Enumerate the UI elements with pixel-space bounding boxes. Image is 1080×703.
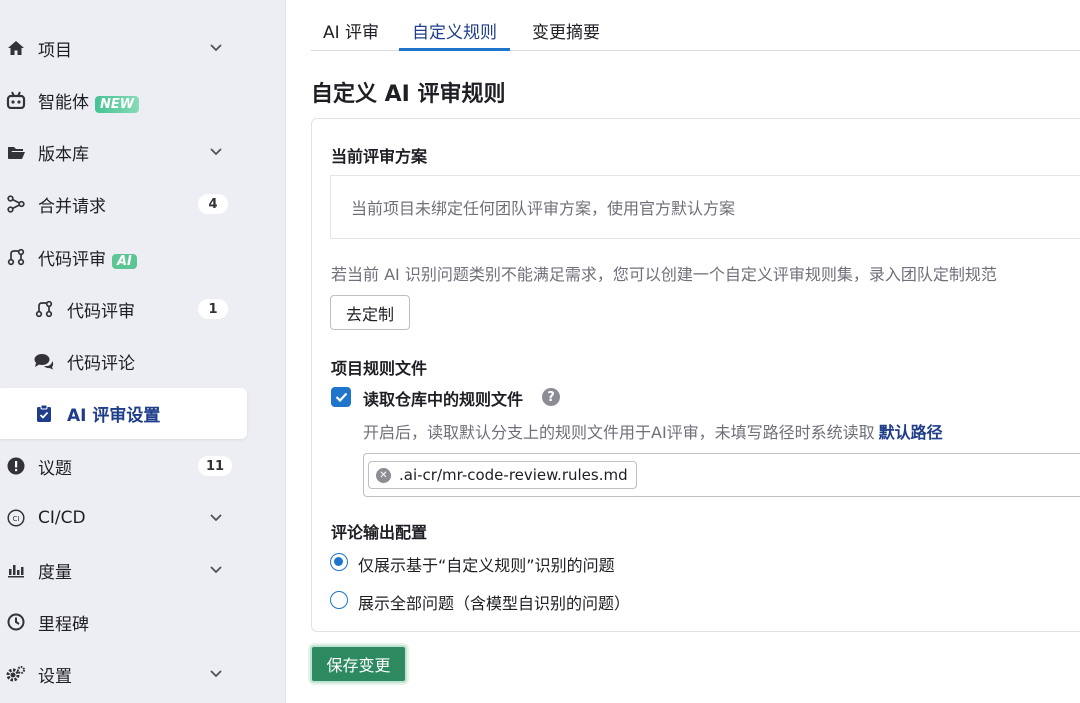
merge-request-icon — [6, 194, 26, 214]
sidebar-item-label: 智能体 — [38, 92, 89, 113]
ai-badge: AI — [112, 253, 137, 269]
radio-custom-rules-only[interactable] — [330, 553, 348, 571]
sidebar-item-agent[interactable]: 智能体 NEW — [0, 74, 286, 126]
sidebar-subitem-code-review[interactable]: 代码评审 1 — [0, 283, 286, 335]
remove-token-icon[interactable]: ✕ — [376, 468, 391, 483]
sidebar-item-label: 代码评论 — [67, 353, 135, 374]
current-scheme-empty-state: 当前项目未绑定任何团队评审方案，使用官方默认方案 — [330, 175, 1080, 239]
read-rule-files-label[interactable]: 读取仓库中的规则文件 — [363, 386, 523, 410]
sidebar-item-merge-requests[interactable]: 合并请求 4 — [0, 178, 286, 230]
count-badge: 1 — [198, 299, 228, 319]
robot-icon — [6, 90, 26, 110]
sidebar-item-label: 度量 — [38, 562, 72, 583]
code-review-icon — [34, 299, 54, 319]
sidebar-subitem-ai-review-settings[interactable]: AI 评审设置 — [0, 387, 286, 439]
sidebar: 项目 智能体 NEW 版本库 合并请求 4 代码评审 AI 代码评审 1 代码评… — [0, 0, 286, 703]
sidebar-item-label: 议题 — [38, 458, 72, 479]
page-title: 自定义 AI 评审规则 — [311, 82, 506, 107]
radio-all-issues[interactable] — [330, 591, 348, 609]
sidebar-item-repository[interactable]: 版本库 — [0, 126, 286, 178]
sidebar-item-label: 版本库 — [38, 144, 89, 165]
chart-icon — [6, 560, 26, 580]
svg-text:CI: CI — [13, 515, 20, 523]
empty-state-text: 当前项目未绑定任何团队评审方案，使用官方默认方案 — [351, 199, 736, 218]
rule-file-token: ✕ .ai-cr/mr-code-review.rules.md — [368, 461, 637, 489]
sidebar-item-label: 合并请求 — [38, 196, 106, 217]
sidebar-item-issues[interactable]: 议题 11 — [0, 440, 286, 492]
sidebar-item-settings[interactable]: 设置 — [0, 648, 286, 700]
sidebar-item-code-review[interactable]: 代码评审 AI — [0, 231, 286, 283]
sidebar-item-metrics[interactable]: 度量 — [0, 544, 286, 596]
sidebar-item-ci-cd[interactable]: CI CI/CD — [0, 492, 286, 544]
clipboard-check-icon — [34, 403, 54, 423]
count-badge: 11 — [198, 456, 233, 476]
tab-bar: AI 评审 自定义规则 变更摘要 — [311, 0, 1080, 51]
clock-icon — [6, 612, 26, 632]
tab-change-summary[interactable]: 变更摘要 — [532, 18, 600, 51]
customize-button[interactable]: 去定制 — [330, 295, 410, 330]
output-config-title: 评论输出配置 — [331, 523, 428, 542]
chevron-down-icon — [208, 666, 224, 682]
ci-icon: CI — [6, 508, 26, 528]
issues-icon — [6, 456, 26, 476]
sidebar-subitem-code-comments[interactable]: 代码评论 — [0, 335, 286, 387]
home-icon — [6, 38, 26, 58]
check-icon — [335, 392, 347, 402]
default-path-link[interactable]: 默认路径 — [879, 423, 943, 442]
folder-icon — [6, 142, 26, 162]
customize-helper-text: 若当前 AI 识别问题类别不能满足需求，您可以创建一个自定义评审规则集，录入团队… — [331, 265, 997, 284]
tab-ai-review[interactable]: AI 评审 — [323, 18, 379, 51]
token-text: .ai-cr/mr-code-review.rules.md — [399, 466, 628, 484]
read-rule-files-checkbox[interactable] — [331, 387, 351, 407]
chevron-down-icon — [208, 144, 224, 160]
sidebar-item-milestones[interactable]: 里程碑 — [0, 596, 286, 648]
count-badge: 4 — [198, 194, 228, 214]
comments-icon — [34, 351, 54, 371]
save-changes-button[interactable]: 保存变更 — [310, 645, 407, 683]
sidebar-item-label: 代码评审 — [38, 249, 106, 270]
code-review-icon — [6, 247, 26, 267]
tab-custom-rules[interactable]: 自定义规则 — [399, 18, 510, 51]
help-icon[interactable]: ? — [542, 388, 560, 406]
chevron-down-icon — [208, 510, 224, 526]
sidebar-item-label: CI/CD — [38, 508, 86, 528]
sidebar-item-project[interactable]: 项目 — [0, 22, 286, 74]
current-scheme-title: 当前评审方案 — [331, 147, 428, 166]
radio-custom-rules-only-label[interactable]: 仅展示基于“自定义规则”识别的问题 — [358, 552, 615, 576]
chevron-down-icon — [208, 562, 224, 578]
settings-icon — [6, 664, 26, 684]
sidebar-item-label: 项目 — [38, 40, 72, 61]
rule-files-title: 项目规则文件 — [331, 359, 428, 378]
description-text: 开启后，读取默认分支上的规则文件用于AI评审，未填写路径时系统读取 — [363, 423, 875, 442]
sidebar-item-label: AI 评审设置 — [67, 405, 161, 426]
sidebar-item-label: 里程碑 — [38, 614, 89, 635]
radio-all-issues-label[interactable]: 展示全部问题（含模型自识别的问题） — [358, 590, 630, 614]
sidebar-item-label: 代码评审 — [67, 301, 135, 322]
new-badge: NEW — [95, 95, 140, 113]
sidebar-item-label: 设置 — [38, 666, 72, 687]
rule-files-description: 开启后，读取默认分支上的规则文件用于AI评审，未填写路径时系统读取 默认路径 — [363, 419, 943, 443]
chevron-down-icon — [208, 40, 224, 56]
